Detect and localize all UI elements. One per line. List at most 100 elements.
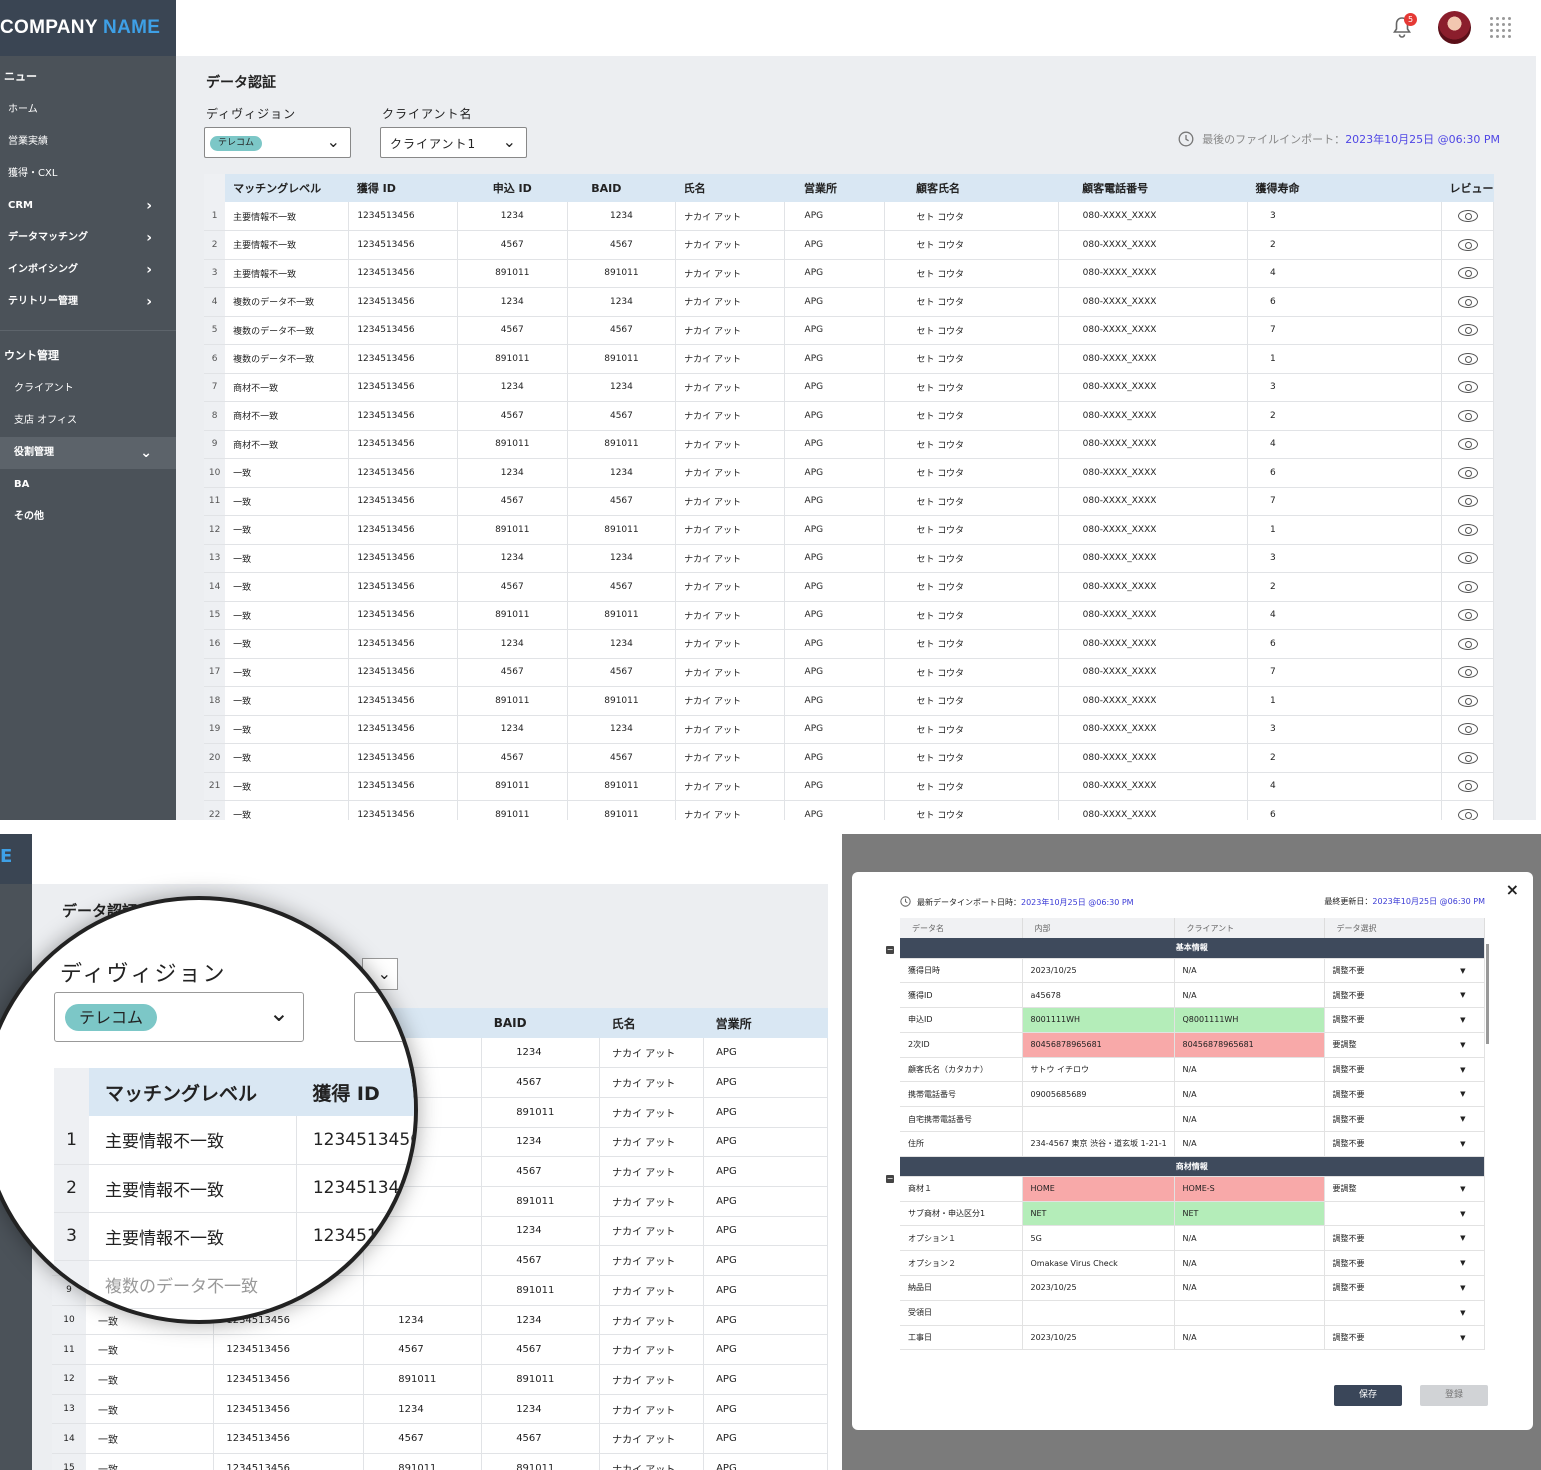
review-cell[interactable] xyxy=(1441,373,1494,402)
review-cell[interactable] xyxy=(1441,743,1494,773)
column-header-name[interactable]: 氏名 xyxy=(599,1008,704,1038)
sidebar-item[interactable]: テリトリー管理 › xyxy=(0,286,176,318)
data-select-dropdown[interactable]: ▼ xyxy=(1324,1201,1485,1227)
division-select[interactable]: テレコム ⌄ xyxy=(204,127,351,158)
column-header[interactable]: BAID xyxy=(567,174,676,202)
review-cell[interactable] xyxy=(1441,202,1494,231)
column-header[interactable]: レビュー xyxy=(1441,174,1494,202)
review-cell[interactable] xyxy=(1441,259,1494,288)
sidebar-item[interactable]: ホーム xyxy=(0,94,176,126)
table-row[interactable]: 18 一致 1234513456 891011 891011 ナカイ アット APG セト コ… xyxy=(204,686,1494,716)
table-row[interactable]: 10 一致 1234513456 1234 1234 ナカイ アット APG セト コウタ 08… xyxy=(204,458,1494,488)
data-select-dropdown[interactable]: 要調整 ▼ xyxy=(1324,1032,1485,1058)
table-row[interactable]: 13 一致 1234513456 1234 1234 ナカイ アット APG セト コウタ 08… xyxy=(204,544,1494,573)
close-icon[interactable]: × xyxy=(1506,880,1519,899)
table-row[interactable]: 1 主要情報不一致 1234513456 1234 1234 ナカイ アット APG セト コ… xyxy=(204,202,1494,231)
sidebar-item[interactable]: 支店 オフィス xyxy=(0,405,176,437)
review-cell[interactable] xyxy=(1441,772,1494,801)
table-row[interactable]: 22 一致 1234513456 891011 891011 ナカイ アット APG セト コ… xyxy=(204,800,1494,820)
review-cell[interactable] xyxy=(1441,430,1494,459)
column-header[interactable]: 営業所 xyxy=(784,174,885,202)
review-cell[interactable] xyxy=(1441,316,1494,345)
eye-icon[interactable] xyxy=(1457,238,1478,251)
apps-grid-icon[interactable] xyxy=(1490,17,1512,39)
sidebar-item[interactable]: インボイシング › xyxy=(0,254,176,286)
eye-icon[interactable] xyxy=(1457,580,1478,593)
eye-icon[interactable] xyxy=(1457,694,1478,707)
review-cell[interactable] xyxy=(1441,287,1494,317)
review-cell[interactable] xyxy=(1441,601,1494,630)
avatar[interactable] xyxy=(1438,11,1471,44)
comparison-row[interactable]: 顧客氏名（カタカナ） サトウ イチロウ N/A 調整不要 ▼ xyxy=(900,1057,1485,1083)
comparison-row[interactable]: 2次ID 80456878965681 80456878965681 要調整 ▼ xyxy=(900,1032,1485,1058)
eye-icon[interactable] xyxy=(1457,295,1478,308)
comparison-row[interactable]: オプション２ Omakase Virus Check N/A 調整不要 ▼ xyxy=(900,1250,1485,1277)
eye-icon[interactable] xyxy=(1457,723,1478,736)
comparison-row[interactable]: 携帯電話番号 09005685689 N/A 調整不要 ▼ xyxy=(900,1081,1485,1108)
data-select-dropdown[interactable]: 要調整 ▼ xyxy=(1324,1176,1485,1202)
table-row[interactable]: 15一致1234513456891011891011ナカイ アットAPG xyxy=(52,1453,828,1470)
table-row[interactable]: 3 主要情報不一致 1234513456 xyxy=(54,1212,414,1261)
eye-icon[interactable] xyxy=(1457,210,1478,222)
eye-icon[interactable] xyxy=(1457,523,1478,536)
comparison-row[interactable]: オプション１ 5G N/A 調整不要 ▼ xyxy=(900,1225,1485,1252)
table-row[interactable]: 8 商材不一致 1234513456 4567 4567 ナカイ アット APG セト コウタ… xyxy=(204,401,1494,431)
review-cell[interactable] xyxy=(1441,344,1494,374)
table-row[interactable]: 14 一致 1234513456 4567 4567 ナカイ アット APG xyxy=(52,1423,828,1455)
collapse-icon[interactable]: − xyxy=(886,946,894,954)
data-select-dropdown[interactable]: 調整不要 ▼ xyxy=(1324,1325,1485,1351)
sidebar-item[interactable]: クライアント xyxy=(0,373,176,405)
eye-icon[interactable] xyxy=(1457,637,1478,650)
table-row[interactable]: 17 一致 1234513456 4567 4567 ナカイ アット APG セト コウタ 08… xyxy=(204,658,1494,687)
eye-icon[interactable] xyxy=(1457,352,1478,365)
review-cell[interactable] xyxy=(1441,800,1494,820)
data-select-dropdown[interactable]: 調整不要 ▼ xyxy=(1324,1225,1485,1252)
column-header-acquisition-id[interactable]: 獲得 ID xyxy=(296,1068,414,1116)
client-select[interactable] xyxy=(354,992,414,1042)
table-row[interactable]: 13 一致 1234513456 1234 1234 ナカイ アット APG xyxy=(52,1394,828,1425)
table-row[interactable]: 15 一致 1234513456 891011 891011 ナカイ アット APG セト コ… xyxy=(204,601,1494,630)
sidebar-item[interactable]: 獲得・CXL xyxy=(0,158,176,190)
review-cell[interactable] xyxy=(1441,401,1494,431)
comparison-row[interactable]: 商材１ HOME HOME-S 要調整 ▼ xyxy=(900,1176,1485,1202)
table-row[interactable]: 1 主要情報不一致 1234513456 xyxy=(54,1116,414,1165)
column-header[interactable]: マッチングレベル xyxy=(225,174,349,202)
table-row[interactable]: 12 一致 1234513456 891011 891011 ナカイ アット APG xyxy=(52,1364,828,1395)
data-select-dropdown[interactable]: ▼ xyxy=(1324,1300,1485,1326)
column-header[interactable]: 顧客電話番号 xyxy=(1058,174,1248,202)
eye-icon[interactable] xyxy=(1457,666,1478,679)
data-select-dropdown[interactable]: 調整不要 ▼ xyxy=(1324,1081,1485,1108)
table-row[interactable]: 20 一致 1234513456 4567 4567 ナカイ アット APG セト コウタ 08… xyxy=(204,743,1494,773)
comparison-row[interactable]: 自宅携帯電話番号 N/A 調整不要 ▼ xyxy=(900,1106,1485,1133)
review-cell[interactable] xyxy=(1441,715,1494,744)
data-select-dropdown[interactable]: 調整不要 ▼ xyxy=(1324,1131,1485,1157)
table-row[interactable]: 7 商材不一致 1234513456 1234 1234 ナカイ アット APG セト コウタ… xyxy=(204,373,1494,402)
eye-icon[interactable] xyxy=(1457,466,1478,479)
comparison-row[interactable]: 申込ID 8001111WH Q8001111WH 調整不要 ▼ xyxy=(900,1007,1485,1033)
eye-icon[interactable] xyxy=(1457,409,1478,422)
table-row[interactable]: 14 一致 1234513456 4567 4567 ナカイ アット APG セト コウタ 08… xyxy=(204,572,1494,602)
sidebar-item[interactable]: データマッチング › xyxy=(0,222,176,254)
eye-icon[interactable] xyxy=(1457,751,1478,764)
eye-icon[interactable] xyxy=(1457,324,1478,337)
eye-icon[interactable] xyxy=(1457,381,1478,394)
sidebar-item[interactable]: 役割管理 ⌄ xyxy=(0,437,176,469)
review-cell[interactable] xyxy=(1441,686,1494,716)
eye-icon[interactable] xyxy=(1457,808,1478,820)
column-header[interactable]: 顧客氏名 xyxy=(884,174,1059,202)
review-cell[interactable] xyxy=(1441,544,1494,573)
table-row[interactable]: 16 一致 1234513456 1234 1234 ナカイ アット APG セト コウタ 08… xyxy=(204,629,1494,659)
review-cell[interactable] xyxy=(1441,572,1494,602)
division-select[interactable]: テレコム ⌄ xyxy=(54,992,304,1042)
comparison-row[interactable]: 工事日 2023/10/25 N/A 調整不要 ▼ xyxy=(900,1325,1485,1351)
data-select-dropdown[interactable]: 調整不要 ▼ xyxy=(1324,1106,1485,1133)
sidebar-item[interactable]: CRM › xyxy=(0,190,176,222)
eye-icon[interactable] xyxy=(1457,552,1478,565)
table-row[interactable]: 9 商材不一致 1234513456 891011 891011 ナカイ アット APG セト… xyxy=(204,430,1494,459)
eye-icon[interactable] xyxy=(1457,780,1478,793)
comparison-row[interactable]: 獲得ID a45678 N/A 調整不要 ▼ xyxy=(900,982,1485,1009)
review-cell[interactable] xyxy=(1441,629,1494,659)
table-row[interactable]: 2 主要情報不一致 1234513456 4567 4567 ナカイ アット APG セト コ… xyxy=(204,230,1494,260)
column-header[interactable]: 申込 ID xyxy=(457,174,568,202)
column-header[interactable]: 獲得寿命 xyxy=(1247,174,1442,202)
